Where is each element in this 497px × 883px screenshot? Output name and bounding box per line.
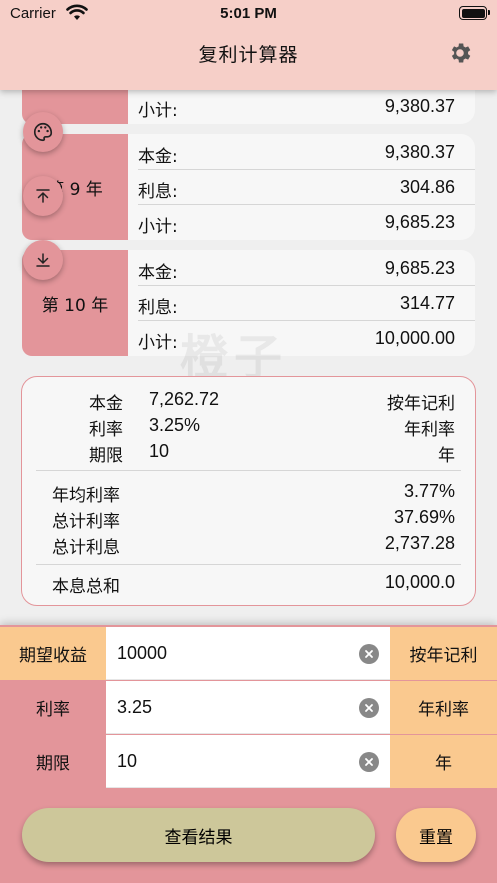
- rate-type-button[interactable]: 年利率: [390, 681, 497, 734]
- interest-row: 利息: 304.86: [138, 169, 475, 205]
- subtotal-value: 9,685.23: [384, 212, 455, 232]
- term-unit-button[interactable]: 年: [390, 735, 497, 788]
- rate-label: 利率: [36, 700, 70, 720]
- palette-icon: [34, 122, 53, 142]
- annual-rate-label: 年均利率: [52, 486, 120, 506]
- rate-row: 利率 年利率: [0, 681, 497, 734]
- expected-return-field: [106, 627, 390, 680]
- reset-button[interactable]: 重置: [396, 808, 476, 862]
- compound-mode-button[interactable]: 按年记利: [390, 627, 497, 680]
- summary-rate-type: 年利率: [404, 420, 455, 440]
- interest-label: 利息:: [138, 182, 178, 202]
- term-field: [106, 735, 390, 788]
- summary-principal-label: 本金: [89, 394, 123, 414]
- principal-label: 本金:: [138, 147, 178, 167]
- term-row: 期限 年: [0, 735, 497, 788]
- total-interest-value: 2,737.28: [384, 533, 455, 553]
- clear-icon[interactable]: [359, 752, 379, 772]
- principal-value: 9,380.37: [384, 142, 455, 162]
- palette-button[interactable]: [23, 112, 63, 152]
- year-rows: 本金: 9,380.37 利息: 304.86 小计: 9,685.23: [128, 134, 475, 240]
- expected-return-row: 期望收益 按年记利: [0, 627, 497, 680]
- gear-icon[interactable]: [447, 40, 473, 66]
- summary-rate-value: 3.25%: [149, 415, 201, 435]
- arrow-up-to-top-icon: [36, 189, 50, 203]
- page-title: 复利计算器: [198, 44, 299, 66]
- subtotal-row: 小计: 9,685.23: [128, 204, 475, 240]
- summary-principal-value: 7,262.72: [149, 389, 220, 409]
- divider: [36, 470, 461, 471]
- annual-rate-value: 3.77%: [403, 481, 455, 501]
- scroll-top-button[interactable]: [23, 176, 63, 216]
- principal-row: 本金: 9,380.37: [138, 134, 475, 170]
- clear-icon[interactable]: [359, 644, 379, 664]
- top-bar: Carrier 5:01 PM 复利计算器: [0, 0, 497, 90]
- summary-term-label: 期限: [89, 446, 123, 466]
- term-input[interactable]: [106, 735, 356, 788]
- principal-label: 本金:: [138, 263, 178, 283]
- scroll-bottom-button[interactable]: [23, 240, 63, 280]
- total-sum-value: 10,000.0: [384, 572, 455, 592]
- total-interest-label: 总计利息: [52, 538, 120, 558]
- rate-input[interactable]: [106, 681, 356, 734]
- interest-value: 304.86: [399, 177, 455, 197]
- status-bar: Carrier 5:01 PM: [0, 0, 497, 28]
- total-rate-label: 总计利率: [52, 512, 120, 532]
- expected-return-label: 期望收益: [0, 627, 106, 680]
- status-time: 5:01 PM: [220, 5, 277, 22]
- principal-value: 9,685.23: [384, 258, 455, 278]
- divider: [36, 564, 461, 565]
- view-result-button[interactable]: 查看结果: [22, 808, 375, 862]
- subtotal-label: 小计:: [138, 217, 178, 237]
- subtotal-row: 小计: 9,380.37: [128, 88, 475, 124]
- total-rate-value: 37.69%: [393, 507, 455, 527]
- subtotal-value: 10,000.00: [374, 328, 455, 348]
- term-label: 期限: [36, 754, 70, 774]
- subtotal-label: 小计:: [138, 101, 178, 121]
- arrow-down-to-bottom-icon: [36, 253, 50, 267]
- summary-term-value: 10: [149, 441, 170, 461]
- interest-row: 利息: 314.77: [138, 285, 475, 321]
- subtotal-label: 小计:: [138, 333, 178, 353]
- year-card-9: 第 9 年 本金: 9,380.37 利息: 304.86 小计: 9,685.…: [22, 134, 475, 240]
- summary-mode: 按年记利: [387, 394, 455, 414]
- expected-return-input[interactable]: [106, 627, 356, 680]
- summary-term-unit: 年: [438, 446, 455, 466]
- interest-value: 314.77: [399, 293, 455, 313]
- summary-rate-label: 利率: [89, 420, 123, 440]
- clear-icon[interactable]: [359, 698, 379, 718]
- principal-row: 本金: 9,685.23: [138, 250, 475, 286]
- interest-label: 利息:: [138, 298, 178, 318]
- subtotal-value: 9,380.37: [384, 96, 455, 116]
- summary-card: 本金 7,262.72 按年记利 利率 3.25% 年利率 期限 10 年 年均…: [21, 376, 476, 606]
- total-sum-label: 本息总和: [52, 577, 120, 597]
- battery-icon: [459, 6, 490, 20]
- rate-field: [106, 681, 390, 734]
